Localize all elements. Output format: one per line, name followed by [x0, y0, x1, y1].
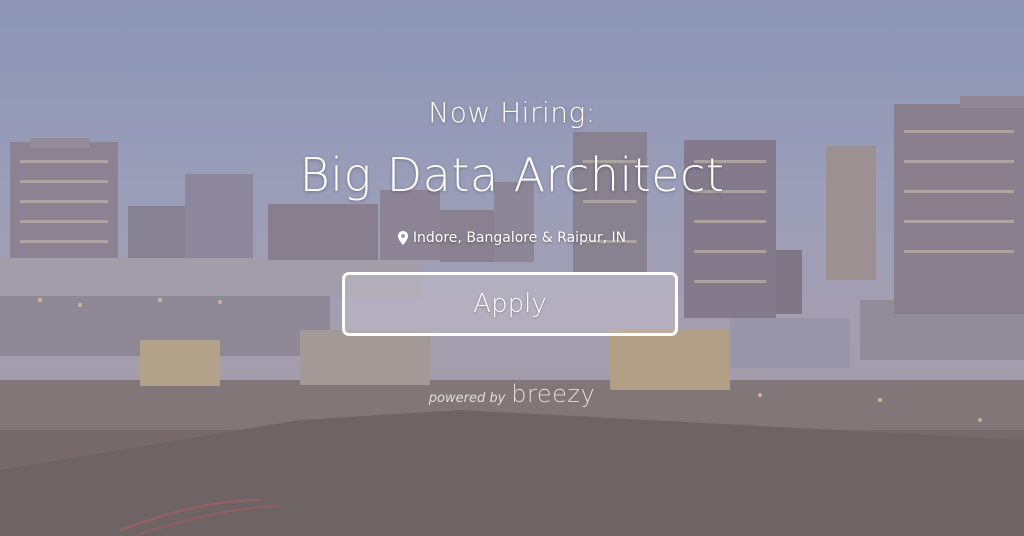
map-pin-icon — [397, 231, 408, 245]
now-hiring-label: Now Hiring: — [428, 96, 596, 129]
powered-by-text: powered by — [428, 391, 506, 406]
hero-banner: Now Hiring: Big Data Architect Indore, B… — [0, 0, 1024, 536]
apply-button[interactable]: Apply — [342, 272, 678, 336]
tint-overlay — [0, 0, 1024, 536]
job-title: Big Data Architect — [299, 148, 725, 202]
job-location: Indore, Bangalore & Raipur, IN — [0, 230, 1024, 246]
job-location-text: Indore, Bangalore & Raipur, IN — [412, 230, 627, 246]
powered-by-breezy[interactable]: powered by breezy — [0, 380, 1024, 408]
apply-button-label: Apply — [473, 289, 547, 319]
breezy-logo: breezy — [511, 380, 596, 408]
